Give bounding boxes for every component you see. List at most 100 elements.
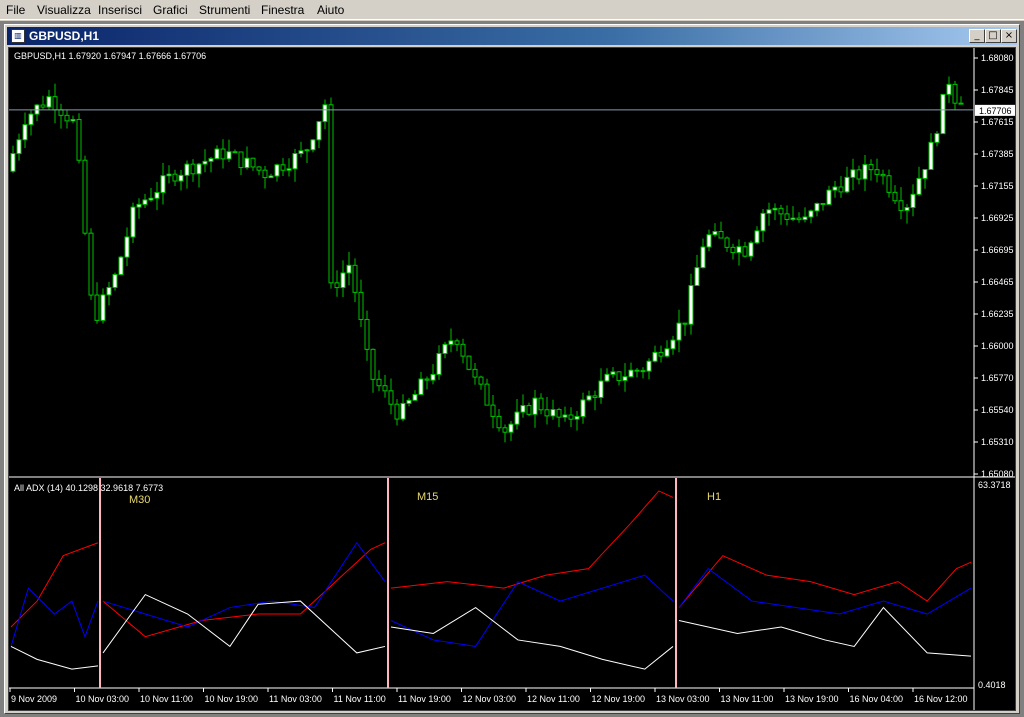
candle-body bbox=[916, 177, 922, 195]
candle-body bbox=[772, 207, 778, 211]
candle-body bbox=[616, 371, 622, 382]
candle-body bbox=[130, 206, 136, 238]
price-tick-label: 1.65310 bbox=[981, 437, 1014, 447]
candle-body bbox=[766, 209, 772, 214]
candle-body bbox=[628, 369, 634, 378]
candle-body bbox=[538, 397, 544, 411]
minus-di-line bbox=[390, 574, 674, 647]
adx-main-line bbox=[10, 645, 99, 670]
candle-body bbox=[166, 173, 172, 177]
candle-body bbox=[142, 199, 148, 205]
candle-body bbox=[214, 148, 220, 160]
candle-body bbox=[88, 232, 94, 296]
candle-body bbox=[208, 158, 214, 162]
time-tick-label: 13 Nov 03:00 bbox=[656, 694, 710, 704]
candle-body bbox=[610, 371, 616, 375]
window-titlebar[interactable]: ▥ GBPUSD,H1 _ □ × bbox=[7, 27, 1017, 45]
candle-body bbox=[292, 153, 298, 170]
chart-canvas[interactable]: 1.68080 1.67845 1.67615 1.67385 1.67155 1.669… bbox=[9, 48, 1015, 710]
candle-body bbox=[592, 395, 598, 398]
candle-body bbox=[820, 202, 826, 205]
menu-strumenti[interactable]: Strumenti bbox=[199, 3, 250, 17]
menu-visualizza[interactable]: Visualizza bbox=[37, 3, 91, 17]
menu-finestra[interactable]: Finestra bbox=[261, 3, 304, 17]
candle-body bbox=[502, 427, 508, 433]
price-tick-label: 1.66235 bbox=[981, 309, 1014, 319]
candle-body bbox=[394, 403, 400, 420]
candle-body bbox=[910, 193, 916, 209]
candle-body bbox=[322, 104, 328, 123]
candle-body bbox=[370, 348, 376, 380]
candle-body bbox=[466, 355, 472, 370]
candle-body bbox=[868, 164, 874, 171]
candle-body bbox=[496, 415, 502, 429]
indicator-scale-top: 63.3718 bbox=[978, 480, 1011, 490]
candle-body bbox=[256, 166, 262, 171]
minus-di-line bbox=[102, 541, 386, 628]
candle-body bbox=[262, 169, 268, 179]
candle-body bbox=[460, 343, 466, 357]
candle-body bbox=[814, 202, 820, 212]
maximize-button[interactable]: □ bbox=[985, 29, 1001, 43]
price-tick-label: 1.68080 bbox=[981, 53, 1014, 63]
menu-inserisci[interactable]: Inserisci bbox=[98, 3, 142, 17]
candle-body bbox=[16, 139, 22, 155]
candle-body bbox=[856, 169, 862, 180]
panel-label-h1: H1 bbox=[707, 491, 721, 503]
time-tick-label: 10 Nov 19:00 bbox=[205, 694, 259, 704]
candle-body bbox=[136, 203, 142, 208]
candle-body bbox=[754, 230, 760, 244]
time-tick-label: 10 Nov 03:00 bbox=[76, 694, 130, 704]
candle-body bbox=[718, 230, 724, 239]
candle-body bbox=[376, 378, 382, 387]
candle-body bbox=[478, 376, 484, 385]
candle-body bbox=[568, 414, 574, 420]
chart-area[interactable]: 1.68080 1.67845 1.67615 1.67385 1.67155 1.669… bbox=[8, 47, 1016, 711]
price-tick-label: 1.65770 bbox=[981, 373, 1014, 383]
candle-body bbox=[796, 217, 802, 221]
plus-di-line bbox=[102, 542, 386, 638]
candle-body bbox=[508, 423, 514, 433]
candle-body bbox=[328, 104, 334, 284]
price-tick-label: 1.66695 bbox=[981, 245, 1014, 255]
candle-body bbox=[784, 213, 790, 220]
close-button[interactable]: × bbox=[1001, 29, 1017, 43]
candle-body bbox=[352, 264, 358, 293]
candle-body bbox=[562, 414, 568, 418]
candle-body bbox=[688, 284, 694, 325]
price-tick-label: 1.66465 bbox=[981, 277, 1014, 287]
candle-body bbox=[544, 409, 550, 417]
candle-body bbox=[712, 230, 718, 236]
candle-body bbox=[112, 274, 118, 288]
candle-body bbox=[922, 168, 928, 179]
menu-file[interactable]: File bbox=[6, 3, 25, 17]
adx-lines bbox=[10, 490, 972, 670]
menu-grafici[interactable]: Grafici bbox=[153, 3, 188, 17]
candle-body bbox=[928, 141, 934, 170]
time-tick-label: 11 Nov 11:00 bbox=[334, 694, 386, 704]
menu-aiuto[interactable]: Aiuto bbox=[317, 3, 344, 17]
chart-window-icon: ▥ bbox=[11, 29, 25, 43]
candle-body bbox=[724, 237, 730, 248]
candle-body bbox=[100, 294, 106, 321]
candle-body bbox=[802, 216, 808, 221]
candle-body bbox=[664, 348, 670, 357]
candle-body bbox=[634, 369, 640, 372]
candle-body bbox=[418, 378, 424, 395]
minus-di-line bbox=[10, 587, 99, 647]
candle-body bbox=[808, 210, 814, 218]
candle-body bbox=[118, 256, 124, 276]
minimize-button[interactable]: _ bbox=[969, 29, 985, 43]
time-tick-label: 11 Nov 19:00 bbox=[398, 694, 451, 704]
candle-body bbox=[934, 133, 940, 143]
candle-body bbox=[532, 397, 538, 415]
candle-body bbox=[226, 151, 232, 160]
candle-body bbox=[730, 246, 736, 254]
time-tick-label: 13 Nov 11:00 bbox=[721, 694, 774, 704]
candle-body bbox=[886, 175, 892, 193]
candle-body bbox=[280, 164, 286, 171]
candle-body bbox=[202, 160, 208, 165]
indicator-header: All ADX (14) 40.1298 32.9618 7.6773 bbox=[14, 483, 163, 493]
candle-body bbox=[196, 163, 202, 175]
price-tick-label: 1.66000 bbox=[981, 341, 1014, 351]
